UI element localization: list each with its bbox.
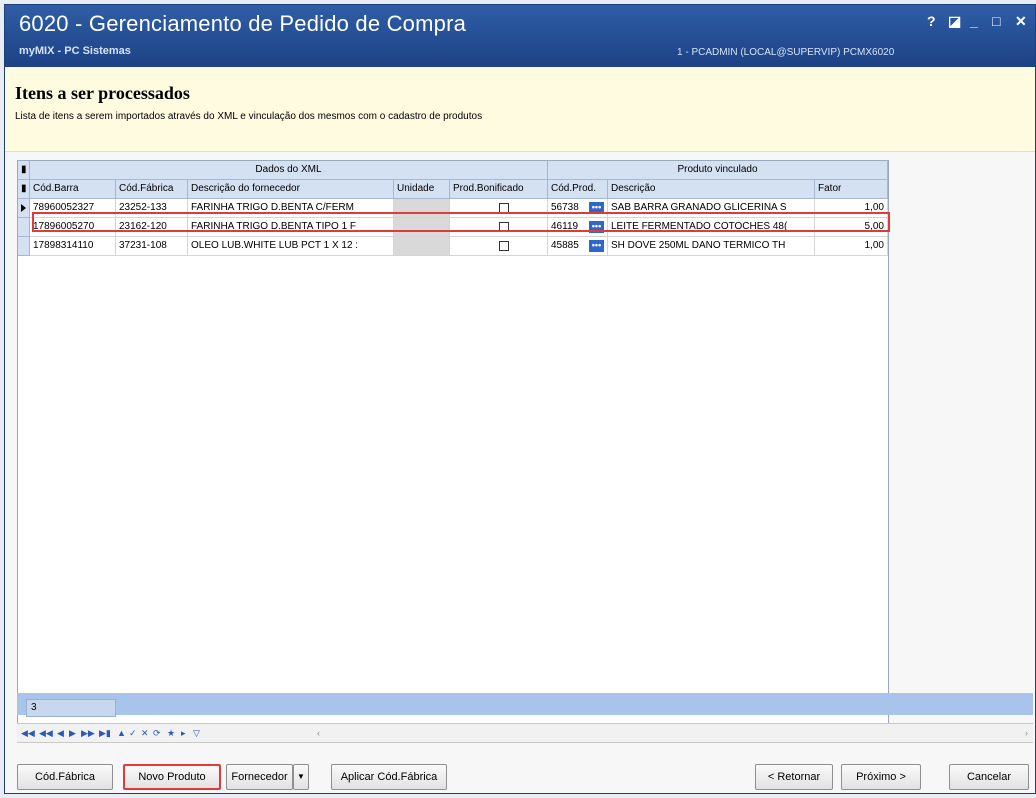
row-indicator-icon <box>18 199 30 218</box>
col-descricao-fornecedor[interactable]: Descrição do fornecedor <box>188 180 394 199</box>
col-descricao[interactable]: Descrição <box>608 180 815 199</box>
help-icon[interactable]: ? <box>927 13 936 29</box>
edit-icon[interactable]: ✓ <box>129 727 137 739</box>
cod-prod-value: 45885 <box>551 240 579 251</box>
title-bar: 6020 - Gerenciamento de Pedido de Compra… <box>5 5 1035 67</box>
page-description: Lista de itens a serem importados atravé… <box>15 111 483 122</box>
col-cod-barra[interactable]: Cód.Barra <box>30 180 116 199</box>
col-cod-fabrica[interactable]: Cód.Fábrica <box>116 180 188 199</box>
cod-fabrica-button[interactable]: Cód.Fábrica <box>17 764 113 790</box>
col-fator[interactable]: Fator <box>815 180 888 199</box>
goto-bookmark-icon[interactable]: ▸ <box>181 727 186 739</box>
cell-descricao[interactable]: SH DOVE 250ML DANO TERMICO TH <box>608 237 815 256</box>
record-count: 3 <box>26 699 116 717</box>
aplicar-cod-fabrica-button[interactable]: Aplicar Cód.Fábrica <box>331 764 447 790</box>
lookup-icon[interactable]: ••• <box>589 240 604 252</box>
cell-cod-fabrica[interactable]: 23162-120 <box>116 218 188 237</box>
cell-cod-prod[interactable]: 45885 ••• <box>548 237 608 256</box>
minimize-icon[interactable]: _ <box>970 13 978 29</box>
maximize-icon[interactable]: □ <box>992 13 1000 29</box>
cell-descricao[interactable]: SAB BARRA GRANADO GLICERINA S <box>608 199 815 218</box>
cell-fator[interactable]: 1,00 <box>815 237 888 256</box>
row-indicator <box>18 237 30 256</box>
cell-unidade <box>394 218 450 237</box>
filter-icon[interactable]: ▽ <box>193 727 200 739</box>
window-subtitle: myMIX - PC Sistemas <box>19 45 131 57</box>
col-cod-prod[interactable]: Cód.Prod. <box>548 180 608 199</box>
restore-icon[interactable]: ◪ <box>948 13 961 30</box>
grid-footer <box>17 693 1033 715</box>
cell-prod-bonificado[interactable] <box>450 199 548 218</box>
cancelar-button[interactable]: Cancelar <box>949 764 1029 790</box>
next-icon[interactable]: ▶ <box>69 727 76 739</box>
scroll-right-icon[interactable]: › <box>1025 727 1028 739</box>
fornecedor-dropdown-icon[interactable]: ▼ <box>293 764 309 790</box>
close-icon[interactable]: ✕ <box>1015 13 1027 30</box>
band-dados-xml: Dados do XML <box>30 161 548 180</box>
prior-page-icon[interactable]: ◀◀ <box>39 727 53 739</box>
cell-prod-bonificado[interactable] <box>450 237 548 256</box>
cell-cod-barra[interactable]: 78960052327 <box>30 199 116 218</box>
cell-descricao-fornecedor[interactable]: FARINHA TRIGO D.BENTA C/FERM <box>188 199 394 218</box>
prior-icon[interactable]: ◀ <box>57 727 64 739</box>
insert-icon[interactable]: ▲ <box>117 727 126 739</box>
proximo-button[interactable]: Próximo > <box>841 764 921 790</box>
table-row[interactable]: 17898314110 37231-108 OLEO LUB.WHITE LUB… <box>18 237 888 256</box>
navigator-bar: ◀◀ ◀◀ ◀ ▶ ▶▶ ▶▮ ▲ ✓ ✕ ⟳ ★ ▸ ▽ ‹ › <box>17 723 1033 743</box>
refresh-icon[interactable]: ⟳ <box>153 727 161 739</box>
lookup-icon[interactable]: ••• <box>589 202 604 214</box>
checkbox[interactable] <box>499 241 509 251</box>
first-page-icon[interactable]: ◀◀ <box>21 727 35 739</box>
grid-corner-icon[interactable]: ▮ <box>18 161 30 180</box>
cell-cod-barra[interactable]: 17896005270 <box>30 218 116 237</box>
col-prod-bonificado[interactable]: Prod.Bonificado <box>450 180 548 199</box>
checkbox[interactable] <box>499 203 509 213</box>
main-window: 6020 - Gerenciamento de Pedido de Compra… <box>4 4 1036 794</box>
band-produto-vinculado: Produto vinculado <box>548 161 888 180</box>
cod-prod-value: 56738 <box>551 202 579 213</box>
cell-cod-prod[interactable]: 56738 ••• <box>548 199 608 218</box>
cell-unidade <box>394 237 450 256</box>
items-grid[interactable]: ▮ Dados do XML Produto vinculado ▮ Cód.B… <box>17 160 890 725</box>
cancel-edit-icon[interactable]: ✕ <box>141 727 149 739</box>
cod-prod-value: 46119 <box>551 221 579 232</box>
scroll-left-icon[interactable]: ‹ <box>317 727 320 739</box>
column-chooser-icon[interactable]: ▮ <box>18 180 30 199</box>
cell-fator[interactable]: 5,00 <box>815 218 888 237</box>
next-page-icon[interactable]: ▶▶ <box>81 727 95 739</box>
cell-descricao-fornecedor[interactable]: FARINHA TRIGO D.BENTA TIPO 1 F <box>188 218 394 237</box>
window-title: 6020 - Gerenciamento de Pedido de Compra <box>19 11 467 36</box>
col-unidade[interactable]: Unidade <box>394 180 450 199</box>
page-title: Itens a ser processados <box>15 83 190 103</box>
last-icon[interactable]: ▶▮ <box>99 727 111 739</box>
cell-descricao[interactable]: LEITE FERMENTADO COTOCHES 48( <box>608 218 815 237</box>
table-row[interactable]: 17896005270 23162-120 FARINHA TRIGO D.BE… <box>18 218 888 237</box>
cell-unidade <box>394 199 450 218</box>
lookup-icon[interactable]: ••• <box>589 221 604 233</box>
bookmark-icon[interactable]: ★ <box>167 727 175 739</box>
cell-cod-barra[interactable]: 17898314110 <box>30 237 116 256</box>
cell-fator[interactable]: 1,00 <box>815 199 888 218</box>
cell-cod-prod[interactable]: 46119 ••• <box>548 218 608 237</box>
table-row[interactable]: 78960052327 23252-133 FARINHA TRIGO D.BE… <box>18 199 888 218</box>
fornecedor-button[interactable]: Fornecedor <box>226 764 293 790</box>
user-info: 1 - PCADMIN (LOCAL@SUPERVIP) PCMX6020 <box>677 47 895 58</box>
cell-descricao-fornecedor[interactable]: OLEO LUB.WHITE LUB PCT 1 X 12 : <box>188 237 394 256</box>
novo-produto-button[interactable]: Novo Produto <box>123 764 221 790</box>
row-indicator <box>18 218 30 237</box>
cell-cod-fabrica[interactable]: 23252-133 <box>116 199 188 218</box>
cell-cod-fabrica[interactable]: 37231-108 <box>116 237 188 256</box>
checkbox[interactable] <box>499 222 509 232</box>
header-panel: Itens a ser processados Lista de itens a… <box>5 67 1035 152</box>
cell-prod-bonificado[interactable] <box>450 218 548 237</box>
retornar-button[interactable]: < Retornar <box>755 764 833 790</box>
